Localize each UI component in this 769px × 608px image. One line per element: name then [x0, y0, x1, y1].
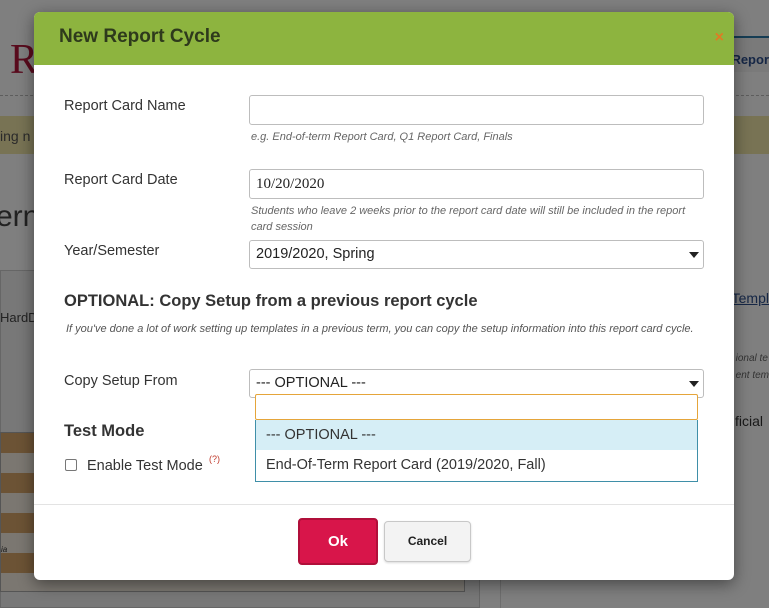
test-mode-title: Test Mode	[64, 422, 145, 440]
new-report-cycle-dialog: New Report Cycle × Report Card Name e.g.…	[34, 12, 734, 580]
report-card-date-input[interactable]	[249, 169, 704, 199]
report-card-name-input[interactable]	[249, 95, 704, 125]
report-card-name-label: Report Card Name	[64, 98, 186, 114]
year-semester-value: 2019/2020, Spring	[256, 246, 375, 262]
report-card-date-hint: Students who leave 2 weeks prior to the …	[251, 205, 686, 233]
close-icon[interactable]: ×	[715, 29, 724, 47]
optional-section-title: OPTIONAL: Copy Setup from a previous rep…	[64, 292, 478, 310]
dialog-footer-divider	[34, 504, 734, 505]
report-card-date-label: Report Card Date	[64, 172, 178, 188]
ok-button[interactable]: Ok	[298, 518, 378, 565]
report-card-name-hint: e.g. End-of-term Report Card, Q1 Report …	[251, 131, 513, 143]
enable-test-mode-checkbox[interactable]	[65, 459, 77, 471]
dropdown-option[interactable]: End-Of-Term Report Card (2019/2020, Fall…	[256, 450, 697, 480]
enable-test-mode-label[interactable]: Enable Test Mode	[87, 458, 203, 474]
copy-setup-from-value: --- OPTIONAL ---	[256, 375, 366, 391]
optional-section-description: If you've done a lot of work setting up …	[66, 323, 694, 335]
copy-setup-from-label: Copy Setup From	[64, 373, 178, 389]
cancel-button[interactable]: Cancel	[384, 521, 471, 562]
year-semester-select[interactable]: 2019/2020, Spring	[249, 240, 704, 269]
chevron-down-icon	[689, 381, 699, 387]
year-semester-label: Year/Semester	[64, 243, 160, 259]
dropdown-option[interactable]: --- OPTIONAL ---	[256, 420, 697, 450]
chevron-down-icon	[689, 252, 699, 258]
copy-setup-options-list: --- OPTIONAL --- End-Of-Term Report Card…	[255, 420, 698, 482]
dialog-title: New Report Cycle	[59, 26, 221, 47]
copy-setup-search-input[interactable]	[255, 394, 698, 420]
help-icon[interactable]: (?)	[209, 454, 220, 464]
dialog-header: New Report Cycle ×	[34, 12, 734, 65]
